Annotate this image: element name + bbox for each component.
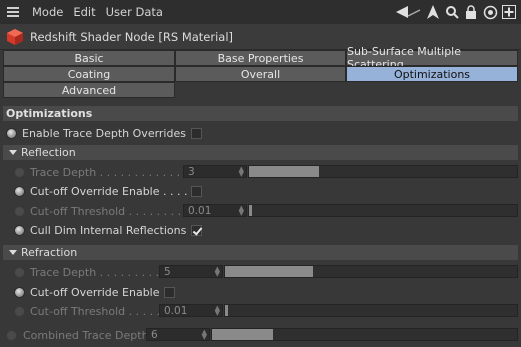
node-title: Redshift Shader Node [RS Material]: [30, 29, 234, 44]
menubar: Mode Edit User Data: [0, 0, 521, 24]
combined-trace-depth-row: Combined Trace Depth: [6, 326, 149, 344]
spinner-arrows-icon[interactable]: ▲ ▼: [239, 205, 244, 217]
lock-icon[interactable]: [463, 4, 479, 20]
enable-trace-depth-overrides-checkbox[interactable]: [190, 127, 202, 139]
tab-basic[interactable]: Basic: [3, 50, 175, 66]
reflection-cutoff-threshold-slider[interactable]: [248, 204, 518, 217]
reflection-cutoff-enable-label: Cut-off Override Enable . . . .: [30, 184, 188, 198]
animate-radio[interactable]: [6, 329, 17, 341]
enable-trace-depth-overrides-row: Enable Trace Depth Overrides: [6, 124, 202, 142]
spinner-arrows-icon[interactable]: ▲ ▼: [215, 305, 220, 317]
reflection-trace-depth-label: Trace Depth . . . . . . . . . . . . .: [30, 165, 188, 179]
slider-fill: [249, 166, 319, 177]
animate-radio[interactable]: [14, 224, 25, 236]
refraction-cutoff-threshold-slider[interactable]: [224, 304, 518, 317]
reflection-cutoff-threshold-input[interactable]: 0.01 ▲ ▼: [183, 204, 247, 217]
section-optimizations: Optimizations: [3, 106, 518, 121]
cull-dim-internal-checkbox[interactable]: [191, 224, 203, 236]
refraction-trace-depth-label: Trace Depth . . . . . . . . . . .: [30, 265, 174, 279]
cull-dim-internal-label: Cull Dim Internal Reflections: [30, 223, 187, 237]
subsection-reflection[interactable]: Reflection: [3, 145, 518, 160]
refraction-cutoff-threshold-row: Cut-off Threshold . . . . . . .: [14, 302, 174, 320]
tab-sss[interactable]: Sub-Surface Multiple Scattering: [346, 45, 518, 71]
slider-fill: [212, 329, 273, 340]
cull-dim-internal-row: Cull Dim Internal Reflections: [14, 221, 203, 239]
spinner-arrows-icon[interactable]: ▲ ▼: [215, 266, 220, 278]
toolbar: [394, 3, 517, 21]
refraction-trace-depth-row: Trace Depth . . . . . . . . . . .: [14, 263, 173, 281]
target-icon[interactable]: [482, 4, 498, 20]
refraction-cutoff-enable-row: Cut-off Override Enable: [14, 283, 175, 301]
search-icon[interactable]: [444, 4, 460, 20]
collapse-triangle-icon: [9, 250, 17, 255]
reflection-cutoff-threshold-value: 0.01: [188, 204, 212, 217]
slider-fill: [225, 305, 228, 316]
animate-radio[interactable]: [14, 166, 25, 178]
animate-radio[interactable]: [6, 127, 17, 139]
refraction-trace-depth-slider[interactable]: [224, 265, 518, 278]
reflection-trace-depth-slider[interactable]: [248, 165, 518, 178]
enable-trace-depth-overrides-label: Enable Trace Depth Overrides: [22, 126, 186, 140]
reflection-trace-depth-input[interactable]: 3 ▲ ▼: [183, 165, 247, 178]
arrow-up-icon[interactable]: [425, 4, 441, 20]
reflection-title: Reflection: [21, 146, 76, 159]
refraction-cutoff-threshold-input[interactable]: 0.01 ▲ ▼: [159, 304, 223, 317]
animate-radio[interactable]: [14, 305, 25, 317]
refraction-cutoff-enable-label: Cut-off Override Enable: [30, 285, 160, 299]
combined-trace-depth-value: 6: [151, 328, 158, 341]
menu-user-data[interactable]: User Data: [106, 5, 163, 19]
reflection-trace-depth-value: 3: [188, 165, 195, 178]
slider-fill: [225, 266, 313, 277]
reflection-cutoff-enable-checkbox[interactable]: [191, 185, 203, 197]
tab-base-properties[interactable]: Base Properties: [175, 50, 346, 66]
combined-trace-depth-input[interactable]: 6 ▲ ▼: [146, 328, 210, 341]
animate-radio[interactable]: [14, 205, 25, 217]
spinner-arrows-icon[interactable]: ▲ ▼: [239, 166, 244, 178]
combined-trace-depth-slider[interactable]: [211, 328, 518, 341]
spinner-arrows-icon[interactable]: ▲ ▼: [202, 329, 207, 341]
arrow-back-icon[interactable]: [394, 4, 422, 20]
tab-optimizations[interactable]: Optimizations: [346, 66, 518, 82]
refraction-cutoff-threshold-value: 0.01: [164, 304, 188, 317]
list-menu-icon[interactable]: [4, 3, 22, 21]
refraction-cutoff-enable-checkbox[interactable]: [163, 286, 175, 298]
collapse-triangle-icon: [9, 150, 17, 155]
refraction-title: Refraction: [21, 246, 78, 259]
reflection-cutoff-enable-row: Cut-off Override Enable . . . .: [14, 182, 203, 200]
slider-fill: [249, 205, 252, 216]
animate-radio[interactable]: [14, 266, 25, 278]
combined-trace-depth-label: Combined Trace Depth: [23, 328, 149, 342]
animate-radio[interactable]: [14, 286, 25, 298]
tab-overall[interactable]: Overall: [175, 66, 346, 82]
menu-mode[interactable]: Mode: [32, 5, 63, 19]
refraction-cutoff-threshold-label: Cut-off Threshold . . . . . . .: [30, 304, 175, 318]
redshift-cube-icon: [7, 28, 23, 45]
refraction-trace-depth-input[interactable]: 5 ▲ ▼: [159, 265, 223, 278]
tab-coating[interactable]: Coating: [3, 66, 175, 82]
animate-radio[interactable]: [14, 185, 25, 197]
refraction-trace-depth-value: 5: [164, 265, 171, 278]
subsection-refraction[interactable]: Refraction: [3, 245, 518, 260]
reflection-cutoff-threshold-row: Cut-off Threshold . . . . . . . . .: [14, 202, 188, 220]
reflection-trace-depth-row: Trace Depth . . . . . . . . . . . . .: [14, 163, 187, 181]
tab-advanced[interactable]: Advanced: [3, 82, 175, 98]
reflection-cutoff-threshold-label: Cut-off Threshold . . . . . . . . .: [30, 204, 189, 218]
menu-edit[interactable]: Edit: [73, 5, 95, 19]
add-icon[interactable]: [501, 4, 517, 20]
